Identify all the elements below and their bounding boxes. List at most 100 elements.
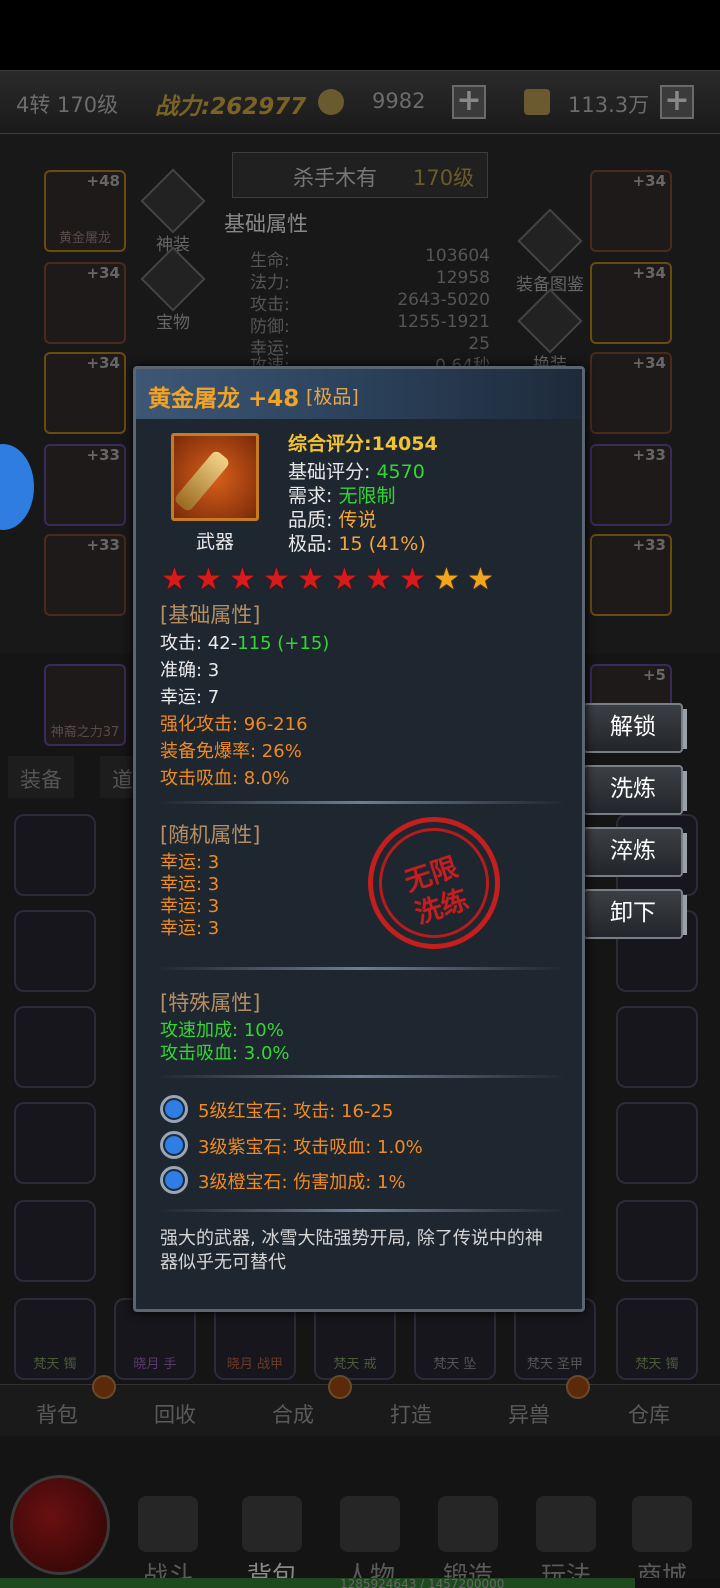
star-icon: ★	[297, 562, 324, 597]
equip-slot[interactable]: +34	[44, 262, 126, 344]
nav-gameplay[interactable]: 玩法	[526, 1496, 606, 1588]
craft-button[interactable]: 打造	[390, 1399, 432, 1429]
treasure-button[interactable]: 宝物	[138, 246, 208, 333]
experience-fill	[0, 1578, 636, 1588]
outfit-icon	[517, 288, 583, 354]
inventory-slot[interactable]	[14, 1200, 96, 1282]
beast-button[interactable]: 异兽	[508, 1399, 550, 1429]
character-name: 杀手木有	[293, 166, 377, 190]
tab-equipment[interactable]: 装备	[8, 756, 74, 798]
notification-dot	[92, 1375, 116, 1399]
requirement: 需求: 无限制	[288, 485, 396, 507]
nav-bag[interactable]: 背包	[232, 1496, 312, 1588]
inventory-slot[interactable]	[14, 1102, 96, 1184]
nav-battle[interactable]: 战斗	[128, 1496, 208, 1588]
equipment-codex-button[interactable]: 装备图鉴	[510, 208, 590, 295]
inventory-slot[interactable]	[14, 814, 96, 896]
star-icon: ★	[433, 562, 460, 597]
divine-gear-button[interactable]: 神装	[138, 168, 208, 255]
recycle-button[interactable]: 回收	[154, 1399, 196, 1429]
notification-dot	[566, 1375, 590, 1399]
warehouse-button[interactable]: 仓库	[628, 1399, 670, 1429]
item-type: 武器	[195, 531, 234, 553]
divine-gear-icon	[140, 168, 206, 234]
shop-icon	[632, 1496, 692, 1552]
character-name-bar: 杀手木有 170级	[232, 152, 488, 198]
inventory-slot[interactable]	[14, 1006, 96, 1088]
base-score: 基础评分: 4570	[288, 461, 425, 483]
top-resource-bar: 4转 170级 战力:262977 9982 + 113.3万 +	[0, 70, 720, 134]
random-attr-title: [随机属性]	[160, 823, 261, 847]
divider	[156, 1209, 566, 1212]
item-grade: [极品]	[306, 386, 359, 408]
tab-items[interactable]: 道	[100, 756, 134, 798]
inventory-slot[interactable]: 梵天 镯	[14, 1298, 96, 1380]
notification-dot	[328, 1375, 352, 1399]
inventory-slot[interactable]	[14, 910, 96, 992]
add-coin-button[interactable]: +	[452, 85, 486, 119]
weapon-icon	[171, 433, 259, 521]
temper-button[interactable]: 淬炼	[583, 827, 687, 877]
star-icon: ★	[161, 562, 188, 597]
nav-shop[interactable]: 商城	[622, 1496, 702, 1588]
treasure-icon	[140, 246, 206, 312]
inventory-slot[interactable]: 梵天 镯	[616, 1298, 698, 1380]
helmet-icon	[340, 1496, 400, 1552]
star-icon: ★	[195, 562, 222, 597]
combine-button[interactable]: 合成	[272, 1399, 314, 1429]
unequip-button[interactable]: 卸下	[583, 889, 687, 939]
yinyang-orb-icon[interactable]	[10, 1475, 110, 1575]
unlimited-refine-stamp: 无限 洗练	[350, 799, 518, 967]
nav-character[interactable]: 人物	[330, 1496, 410, 1588]
nav-forge[interactable]: 锻造	[428, 1496, 508, 1588]
attr-line: 准确: 3	[160, 660, 220, 681]
enhance-line: 攻击吸血: 8.0%	[160, 768, 290, 789]
blue-gem-socket-icon	[160, 1095, 188, 1123]
inventory-slot[interactable]	[616, 1200, 698, 1282]
winged-sword-icon	[536, 1496, 596, 1552]
excellence: 极品: 15 (41%)	[288, 533, 426, 555]
gold-count: 113.3万	[568, 93, 650, 117]
basic-attributes-title: 基础属性	[224, 212, 308, 236]
combat-power: 战力:262977	[155, 94, 307, 120]
special-attr-line: 攻击吸血: 3.0%	[160, 1043, 290, 1064]
blue-gem-socket-icon	[160, 1166, 188, 1194]
equip-slot[interactable]: +34	[44, 352, 126, 434]
item-header: 黄金屠龙 +48 [极品]	[136, 369, 582, 419]
equip-slot[interactable]: +33	[590, 444, 672, 526]
change-outfit-button[interactable]: 换装	[510, 288, 590, 375]
star-icon: ★	[331, 562, 358, 597]
anvil-icon	[438, 1496, 498, 1552]
item-description: 强大的武器, 冰雪大陆强势开局, 除了传说中的神器似乎无可替代	[160, 1228, 543, 1273]
divider	[156, 1075, 566, 1078]
backpack-icon	[242, 1496, 302, 1552]
equip-slot[interactable]: +34	[590, 170, 672, 252]
attr-line: 幸运: 7	[160, 687, 220, 708]
attr-line: 攻击: 42-115 (+15)	[160, 633, 330, 654]
equip-slot-weapon[interactable]: +48 黄金屠龙	[44, 170, 126, 252]
inventory-slot[interactable]	[616, 1102, 698, 1184]
refine-button[interactable]: 洗炼	[583, 765, 687, 815]
inventory-slot[interactable]	[616, 1006, 698, 1088]
add-gold-button[interactable]: +	[660, 85, 694, 119]
bag-button[interactable]: 背包	[36, 1399, 78, 1429]
codex-icon	[517, 208, 583, 274]
divider	[156, 967, 566, 970]
equip-slot[interactable]: +34	[590, 352, 672, 434]
equip-slot[interactable]: +33	[44, 534, 126, 616]
rank-level: 4转 170级	[16, 93, 119, 117]
coin-icon	[318, 89, 344, 115]
equip-slot[interactable]: +33	[44, 444, 126, 526]
enhance-line: 强化攻击: 96-216	[160, 714, 308, 735]
crossed-swords-icon	[138, 1496, 198, 1552]
random-attr-line: 幸运: 3	[160, 918, 220, 939]
equip-slot[interactable]: +33	[590, 534, 672, 616]
divine-power-slot[interactable]: 神裔之力37	[44, 664, 126, 746]
star-icon: ★	[399, 562, 426, 597]
item-name: 黄金屠龙 +48	[148, 386, 300, 412]
equip-slot[interactable]: +34	[590, 262, 672, 344]
unlock-button[interactable]: 解锁	[583, 703, 687, 753]
coin-count: 9982	[372, 89, 426, 113]
special-attr-title: [特殊属性]	[160, 991, 261, 1015]
item-detail-popup: 黄金屠龙 +48 [极品] 武器 综合评分:14054 基础评分: 4570 需…	[133, 366, 585, 1312]
